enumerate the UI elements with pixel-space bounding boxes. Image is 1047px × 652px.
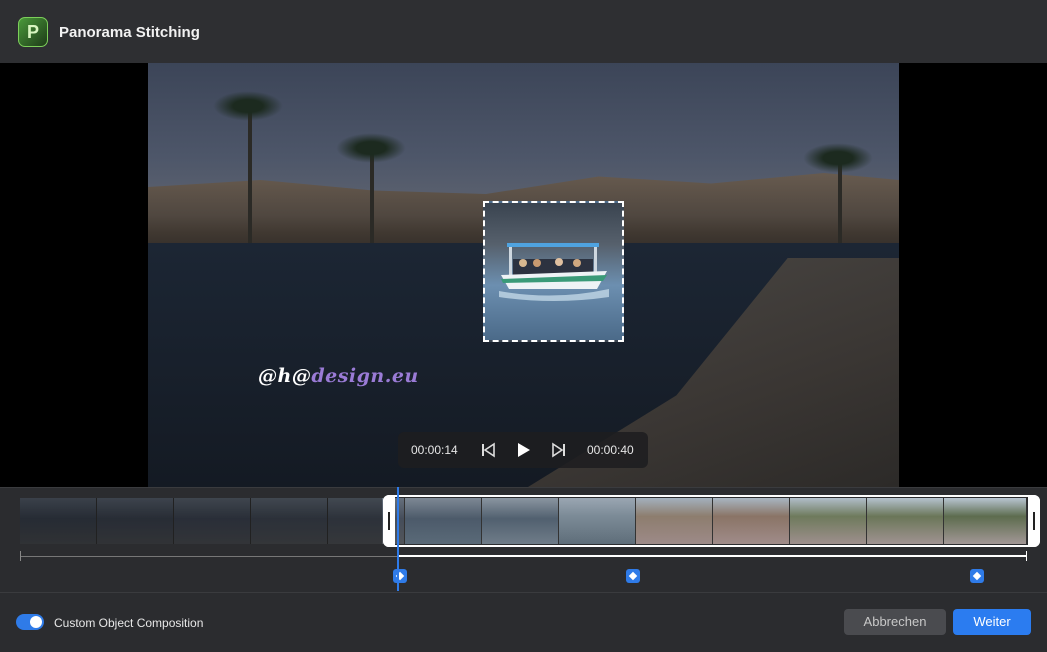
title-bar: P Panorama Stitching bbox=[0, 0, 1047, 63]
timeline-selected-track bbox=[398, 555, 1027, 557]
palm-tree-crown bbox=[803, 143, 873, 173]
playback-controls: 00:00:14 00:00:40 bbox=[398, 432, 648, 468]
total-time: 00:00:40 bbox=[587, 443, 634, 457]
footer-bar: Custom Object Composition Abbrechen Weit… bbox=[0, 592, 1047, 652]
palm-tree-crown bbox=[213, 91, 283, 121]
skip-forward-icon[interactable] bbox=[549, 440, 569, 460]
range-end-handle[interactable] bbox=[1028, 495, 1040, 547]
keyframe-marker[interactable] bbox=[970, 569, 984, 583]
next-button[interactable]: Weiter bbox=[953, 609, 1031, 635]
current-time: 00:00:14 bbox=[411, 443, 458, 457]
keyframe-marker[interactable] bbox=[626, 569, 640, 583]
app-logo-icon: P bbox=[18, 17, 48, 47]
palm-tree-crown bbox=[336, 133, 406, 163]
toggle-knob bbox=[30, 616, 42, 628]
boat-image bbox=[499, 243, 609, 301]
range-start-handle[interactable] bbox=[383, 495, 395, 547]
object-selection-box[interactable] bbox=[483, 201, 624, 342]
unselected-range-overlay bbox=[20, 498, 382, 544]
track-start-tick bbox=[20, 551, 21, 561]
window-title: Panorama Stitching bbox=[59, 24, 200, 41]
palm-tree bbox=[248, 103, 252, 243]
timeline[interactable] bbox=[0, 487, 1047, 593]
panorama-stitching-window: P Panorama Stitching @h@design.eu 00:00:… bbox=[0, 0, 1047, 652]
skip-back-icon[interactable] bbox=[478, 440, 498, 460]
watermark: @h@design.eu bbox=[258, 365, 419, 387]
playhead[interactable] bbox=[397, 487, 399, 591]
video-frame: @h@design.eu bbox=[148, 63, 899, 487]
cancel-button[interactable]: Abbrechen bbox=[844, 609, 946, 635]
track-end-tick bbox=[1026, 551, 1027, 561]
toggle-label: Custom Object Composition bbox=[54, 616, 204, 630]
play-icon[interactable] bbox=[513, 440, 533, 460]
keyframe-marker[interactable] bbox=[393, 569, 407, 583]
video-preview[interactable]: @h@design.eu 00:00:14 00:00:40 bbox=[0, 63, 1047, 487]
selected-range[interactable] bbox=[383, 495, 1040, 547]
custom-object-composition-toggle[interactable] bbox=[16, 614, 44, 630]
